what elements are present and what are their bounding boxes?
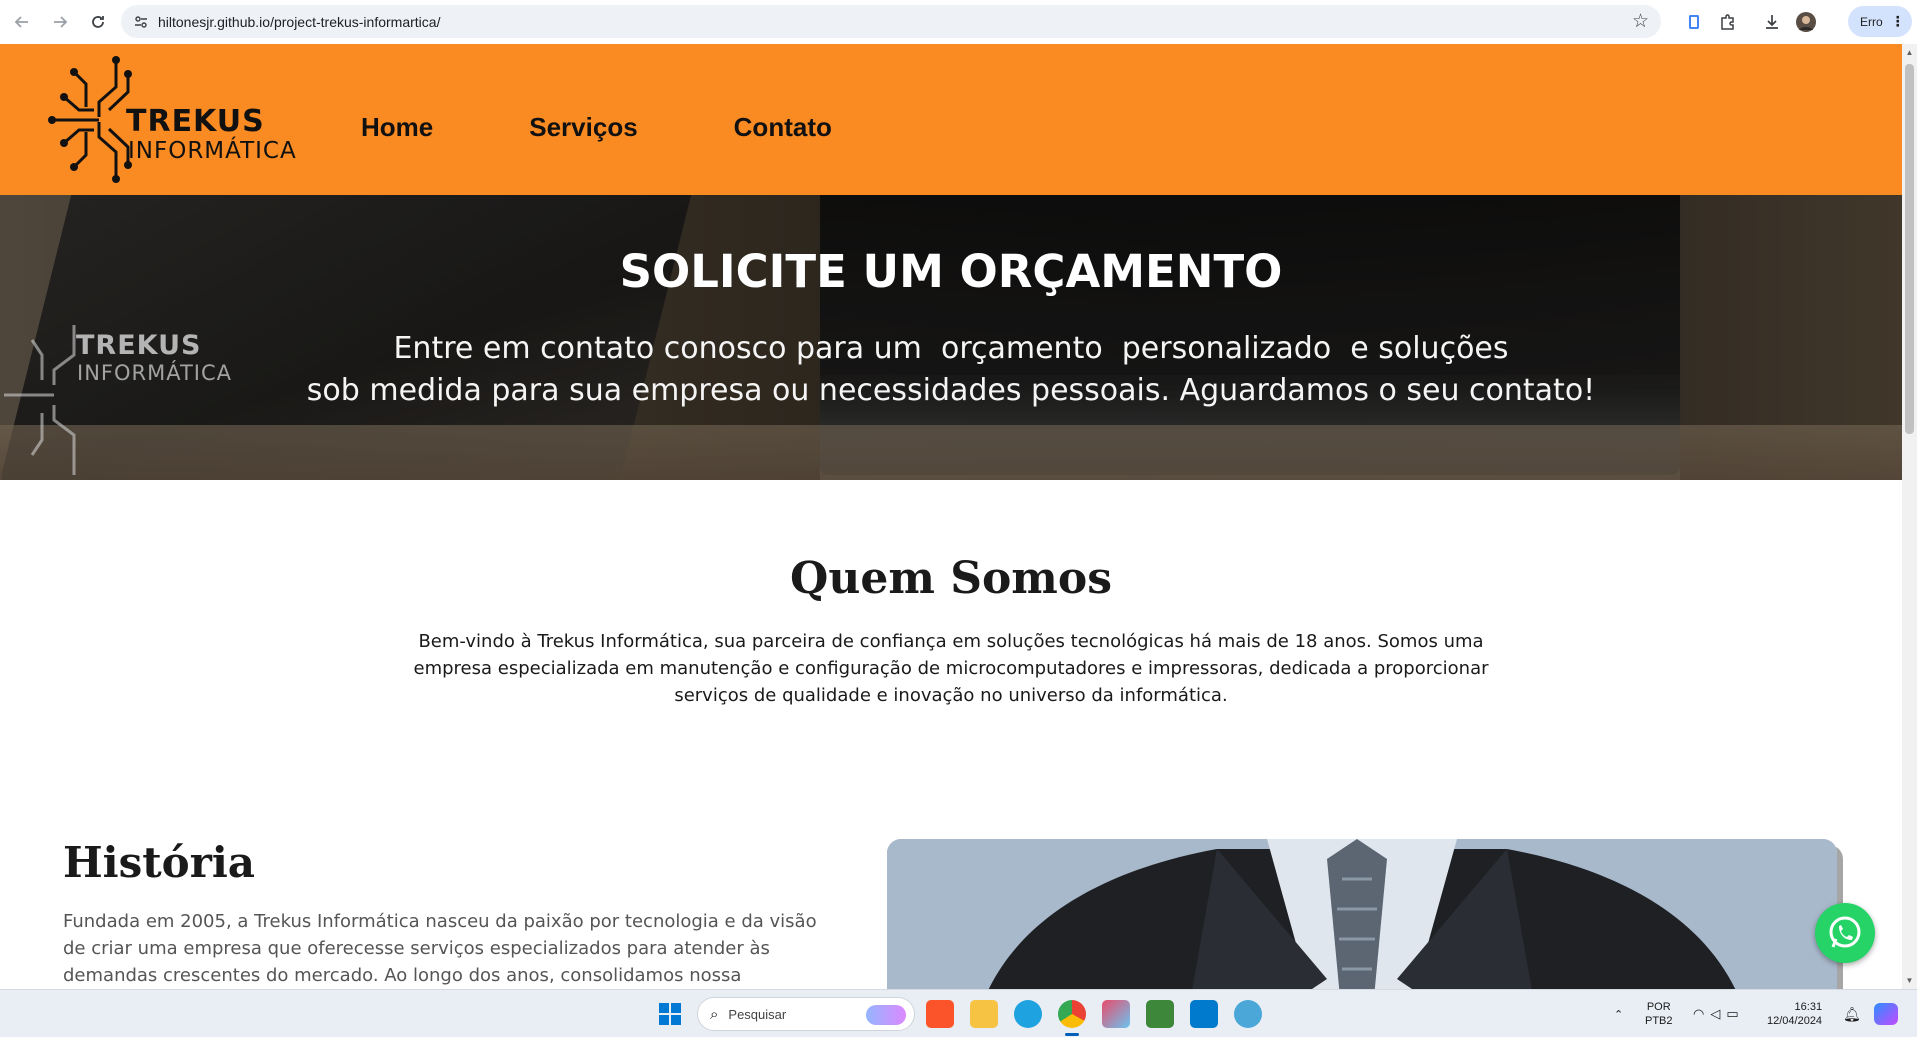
battery-icon: ▭ <box>1726 1006 1739 1021</box>
history-title: História <box>63 838 255 887</box>
tray-clock[interactable]: 16:31 12/04/2024 <box>1767 990 1822 1037</box>
url-text[interactable]: hiltonesjr.github.io/project-trekus-info… <box>158 14 440 30</box>
forward-arrow-icon[interactable] <box>42 4 78 40</box>
lang-layout: PTB2 <box>1645 1015 1673 1027</box>
clock-time: 16:31 <box>1794 1001 1823 1013</box>
scroll-up-icon[interactable]: ▲ <box>1905 48 1914 57</box>
clock-date: 12/04/2024 <box>1767 1015 1823 1027</box>
kebab-menu-icon[interactable]: ⋮ <box>1891 13 1905 30</box>
volume-icon: ◁ <box>1710 1006 1721 1021</box>
profile-label: Erro <box>1860 14 1883 29</box>
chrome-active-indicator <box>1065 1033 1079 1036</box>
businessman-photo <box>887 839 1837 989</box>
copilot-icon[interactable] <box>1874 990 1898 1037</box>
vscode-icon[interactable] <box>1190 1000 1218 1028</box>
nav-link-home[interactable]: Home <box>361 112 433 143</box>
web-page: TREKUS INFORMÁTICA Home Serviços Contato… <box>0 44 1902 989</box>
download-icon[interactable] <box>1755 5 1789 39</box>
site-info-icon[interactable] <box>130 11 152 33</box>
edge-icon[interactable] <box>1014 1000 1042 1028</box>
logo[interactable]: TREKUS INFORMÁTICA <box>44 52 304 187</box>
extension-icon[interactable] <box>1677 5 1711 39</box>
tray-chevron-icon[interactable]: ⌃ <box>1614 990 1623 1037</box>
nodejs-icon[interactable] <box>1146 1000 1174 1028</box>
site-header: TREKUS INFORMÁTICA Home Serviços Contato <box>0 44 1902 195</box>
brave-icon[interactable] <box>926 1000 954 1028</box>
back-arrow-icon[interactable] <box>4 4 40 40</box>
bookmark-star-icon[interactable]: ☆ <box>1632 10 1649 33</box>
about-text: Bem-vindo à Trekus Informática, sua parc… <box>413 631 1489 706</box>
search-placeholder: Pesquisar <box>728 1006 787 1022</box>
tray-language[interactable]: POR PTB2 <box>1645 990 1673 1037</box>
nav-link-contact[interactable]: Contato <box>734 112 832 143</box>
nav-link-services[interactable]: Serviços <box>529 112 637 143</box>
browser-toolbar: hiltonesjr.github.io/project-trekus-info… <box>0 0 1917 44</box>
whatsapp-button[interactable] <box>1815 903 1875 963</box>
hero-banner: TREKUS INFORMÁTICA SOLICITE UM ORÇAMENTO… <box>0 195 1902 480</box>
search-highlight-icon <box>866 1005 906 1025</box>
avatar[interactable] <box>1789 5 1823 39</box>
whatsapp-icon <box>1829 916 1861 948</box>
puzzle-icon[interactable] <box>1711 5 1745 39</box>
address-bar[interactable]: hiltonesjr.github.io/project-trekus-info… <box>121 5 1661 38</box>
scroll-down-icon[interactable]: ▼ <box>1905 976 1914 985</box>
taskbar-search[interactable]: ⌕ Pesquisar <box>697 997 915 1031</box>
hero-subtitle-line2: sob medida para sua empresa ou necessida… <box>306 373 1596 408</box>
hero-subtitle: Entre em contato conosco para um orçamen… <box>0 328 1902 412</box>
wifi-icon: ◠ <box>1693 1006 1705 1021</box>
main-nav: Home Serviços Contato <box>361 112 832 143</box>
logo-title: TREKUS <box>126 104 265 139</box>
chrome-icon[interactable] <box>1058 1000 1086 1028</box>
file-explorer-icon[interactable] <box>970 1000 998 1028</box>
tasks-app-icon[interactable] <box>1102 1000 1130 1028</box>
windows-start-icon[interactable] <box>658 1002 682 1026</box>
lang-code: POR <box>1646 1001 1671 1013</box>
page-scrollbar[interactable]: ▲ ▼ <box>1902 44 1917 989</box>
scroll-thumb[interactable] <box>1905 64 1914 434</box>
globe-app-icon[interactable] <box>1234 1000 1262 1028</box>
tray-status-icons[interactable]: ◠ ◁ ▭ <box>1693 990 1739 1037</box>
reload-icon[interactable] <box>80 4 116 40</box>
hero-subtitle-line1: Entre em contato conosco para um orçamen… <box>393 331 1509 366</box>
hero-title: SOLICITE UM ORÇAMENTO <box>619 245 1283 298</box>
notification-bell-icon[interactable]: 🔔︎ <box>1843 990 1861 1037</box>
about-title: Quem Somos <box>790 553 1112 604</box>
search-icon: ⌕ <box>710 1005 719 1023</box>
profile-error-chip[interactable]: Erro ⋮ <box>1848 6 1912 37</box>
logo-subtitle: INFORMÁTICA <box>128 138 297 164</box>
history-image <box>887 839 1837 989</box>
taskbar: ⌕ Pesquisar ⌃ POR PTB2 ◠ ◁ ▭ 16:31 12/04… <box>0 989 1917 1037</box>
toolbar-actions <box>1677 5 1823 39</box>
history-text: Fundada em 2005, a Trekus Informática na… <box>63 911 817 986</box>
